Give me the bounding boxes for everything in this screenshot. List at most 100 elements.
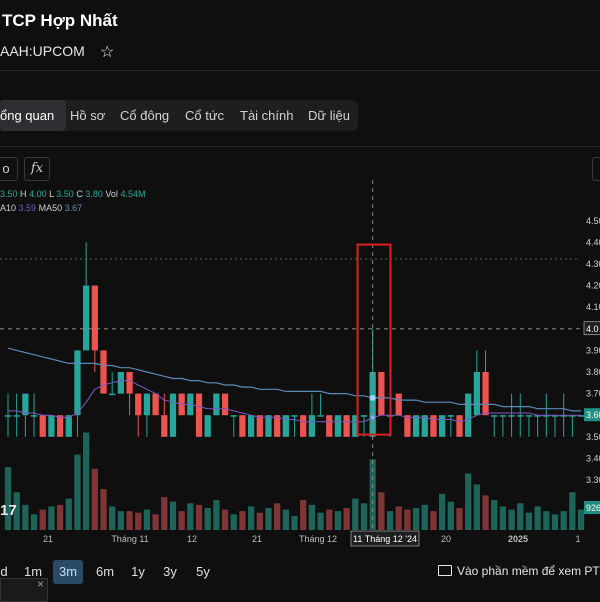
volume-bar [247, 506, 255, 530]
candle-body [247, 415, 255, 437]
candle-body [204, 415, 211, 437]
volume-bar [517, 503, 524, 530]
volume-bar [282, 509, 289, 530]
divider [0, 70, 600, 71]
candle-body [334, 415, 342, 437]
open-app-text: Vào phần mềm để xem PTI [457, 564, 600, 578]
candle-body [48, 415, 55, 437]
divider [0, 146, 600, 147]
volume-bar [404, 509, 411, 530]
range-5y[interactable]: 5y [192, 560, 214, 584]
time-axis-label: 20 [441, 534, 451, 544]
volume-bar [187, 503, 194, 530]
tab-data[interactable]: Dữ liệu [308, 100, 350, 131]
candle-body [308, 415, 316, 437]
candle-body [508, 415, 515, 417]
legend-ma10-label: A10 [0, 203, 17, 213]
volume-bar [274, 503, 281, 530]
volume-bar [456, 508, 463, 530]
star-icon[interactable]: ☆ [100, 42, 114, 62]
candle-body [126, 372, 133, 394]
tab-profile[interactable]: Hồ sơ [70, 100, 105, 131]
range-3y[interactable]: 3y [159, 560, 181, 584]
tab-financials[interactable]: Tài chính [240, 100, 293, 131]
candle-body [517, 415, 524, 417]
chart-canvas[interactable]: 4.50 4.40 4.30 4.20 4.10 4.00 3.90 3.80 3.70 3.60… [0, 180, 600, 550]
candle-body [30, 415, 38, 417]
candle-body [291, 415, 298, 417]
volume-bar [395, 506, 402, 530]
close-icon[interactable]: × [37, 577, 44, 591]
candle-body [499, 415, 507, 417]
range-3m[interactable]: 3m [53, 560, 83, 584]
volume-bar [152, 514, 159, 530]
volume-bar [326, 509, 333, 530]
ma-legend: A10 3.59 MA50 3.67 [0, 203, 82, 213]
volume-bar [430, 511, 437, 530]
candle-body [412, 415, 420, 437]
tab-shareholders[interactable]: Cổ đông [120, 100, 169, 131]
volume-bar [30, 514, 38, 530]
ma50-line [7, 347, 582, 412]
volume-bar [169, 501, 177, 530]
volume-bar [265, 508, 272, 530]
legend-l-label: L [49, 189, 54, 199]
current-price-label: 3.60 [586, 410, 600, 420]
price-tick-label: 4.10 [586, 302, 600, 312]
candle-body [265, 415, 272, 437]
crosshair-point [369, 394, 376, 401]
volume-bar [360, 503, 368, 530]
legend-o-value: 3.50 [0, 189, 18, 199]
volume-bar [195, 504, 203, 530]
candle-body [404, 415, 411, 437]
volume-bar [525, 512, 533, 530]
volume-bar [4, 467, 12, 530]
candle-body [300, 415, 307, 437]
volume-bar [534, 506, 541, 530]
volume-bar [577, 509, 585, 530]
volume-bar [343, 508, 350, 530]
open-app-link[interactable]: Vào phần mềm để xem PTI [438, 564, 600, 578]
volume-bar [109, 506, 116, 530]
price-tick-label: 3.90 [586, 345, 600, 355]
volume-bar [300, 500, 307, 530]
candle-body [465, 393, 472, 437]
volume-bar [499, 506, 507, 530]
candle-body [195, 393, 203, 437]
volume-bar [473, 484, 480, 530]
price-chart[interactable]: 4.50 4.40 4.30 4.20 4.10 4.00 3.90 3.80 3.70 3.60… [0, 180, 600, 550]
price-tick-label: 3.80 [586, 367, 600, 377]
legend-ma50-value: 3.67 [64, 203, 83, 213]
candle-body [221, 393, 229, 416]
ticker-symbol: AAH:UPCOM [0, 43, 85, 59]
candle-body [161, 415, 168, 437]
range-6m[interactable]: 6m [93, 560, 117, 584]
volume-bar [56, 504, 64, 530]
legend-ma50-label: MA50 [38, 203, 63, 213]
price-tick-label: 4.40 [586, 237, 600, 247]
tab-dividends[interactable]: Cổ tức [185, 100, 224, 131]
fx-button[interactable]: fx [24, 157, 50, 181]
price-tick-label: 3.50 [586, 432, 600, 442]
candle-body [456, 415, 463, 437]
volume-bar [543, 511, 550, 530]
price-tick-label: 3.30 [586, 475, 600, 485]
time-axis-label: 12 [187, 534, 197, 544]
indicator-button[interactable]: o [0, 157, 18, 181]
volume-bar [213, 500, 220, 530]
tab-overview[interactable]: ổng quan [0, 100, 66, 131]
volume-bar [221, 509, 229, 530]
volume-bar [239, 511, 246, 530]
volume-bar [508, 509, 515, 530]
price-tick-label: 3.40 [586, 453, 600, 463]
legend-vol-value: 4.54M [120, 189, 146, 199]
candle-body [239, 415, 246, 437]
legend-h-value: 4.00 [29, 189, 47, 199]
range-1y[interactable]: 1y [128, 560, 148, 584]
candle-body [117, 372, 124, 394]
volume-bar [291, 515, 298, 530]
candle-body [39, 415, 46, 437]
volume-bar [39, 509, 46, 530]
candle-body [74, 350, 81, 416]
chart-settings-button[interactable] [592, 157, 600, 181]
